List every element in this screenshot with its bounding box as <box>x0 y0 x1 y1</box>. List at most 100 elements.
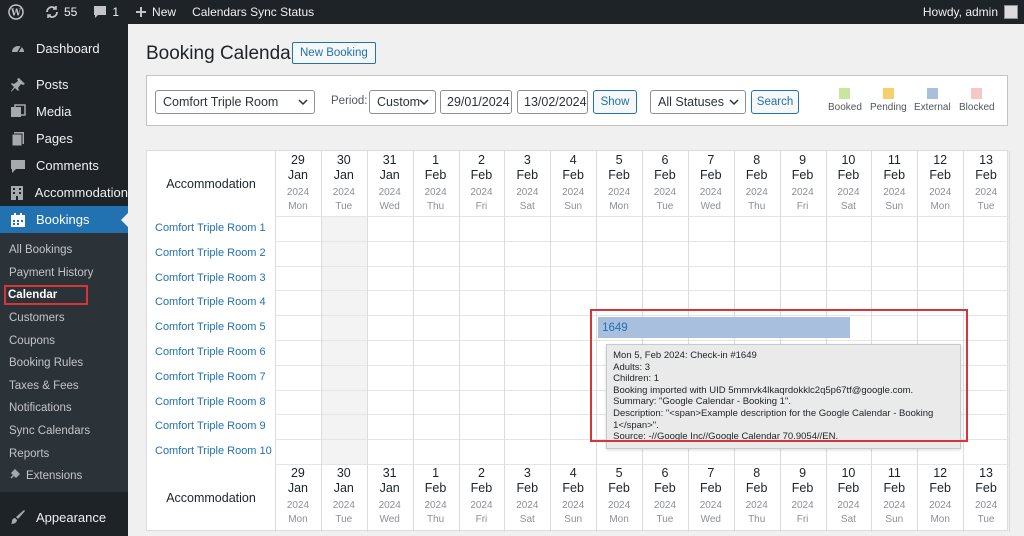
comments-link[interactable]: 1 <box>85 0 127 24</box>
submenu-sync-calendars[interactable]: Sync Calendars <box>0 420 128 443</box>
tooltip-line: Children: 1 <box>613 373 660 385</box>
month-name: Feb <box>470 481 493 495</box>
day-header: 8 Feb 2024 Thu <box>734 151 780 216</box>
day-number: 30 <box>336 466 351 480</box>
date-to-input[interactable]: 13/02/2024 <box>517 90 588 114</box>
year: 2024 <box>745 187 768 198</box>
status-select[interactable]: All Statuses <box>650 90 746 114</box>
weekday: Mon <box>609 514 629 525</box>
day-number: 11 <box>887 153 901 167</box>
weekday: Wed <box>700 201 721 212</box>
year: 2024 <box>424 187 447 198</box>
month-name: Feb <box>608 168 630 182</box>
room-link[interactable]: Comfort Triple Room 2 <box>155 247 266 259</box>
room-link[interactable]: Comfort Triple Room 6 <box>155 346 266 358</box>
year: 2024 <box>332 187 355 198</box>
menu-comments[interactable]: Comments <box>0 152 128 179</box>
room-link[interactable]: Comfort Triple Room 7 <box>155 371 266 383</box>
date-from-input[interactable]: 29/01/2024 <box>440 90 512 114</box>
day-header: 6 Feb 2024 Tue <box>642 151 688 216</box>
svg-text:W: W <box>10 9 22 19</box>
day-footer: 9 Feb 2024 Fri <box>780 464 826 529</box>
day-number: 29 <box>290 466 305 480</box>
refresh-icon <box>46 6 58 18</box>
room-link[interactable]: Comfort Triple Room 4 <box>155 296 266 308</box>
day-footer: 4 Feb 2024 Sun <box>550 464 596 529</box>
media-icon <box>8 102 28 122</box>
submenu-customers[interactable]: Customers <box>0 307 128 330</box>
legend-external: External <box>914 88 951 113</box>
room-link[interactable]: Comfort Triple Room 5 <box>155 321 266 333</box>
day-number: 2 <box>477 153 485 167</box>
room-link[interactable]: Comfort Triple Room 10 <box>155 445 272 457</box>
menu-bookings[interactable]: Bookings <box>0 206 128 233</box>
period-select[interactable]: Custom <box>369 90 436 114</box>
legend-booked: Booked <box>828 88 862 113</box>
day-footer: 5 Feb 2024 Mon <box>596 464 642 529</box>
month-name: Feb <box>929 168 951 182</box>
comment-icon <box>94 6 107 18</box>
submenu-notifications[interactable]: Notifications <box>0 397 128 420</box>
plugin-icon <box>9 469 21 483</box>
submenu-payment-history[interactable]: Payment History <box>0 262 128 285</box>
submenu-extensions[interactable]: Extensions <box>0 465 128 488</box>
menu-accommodation[interactable]: Accommodation <box>0 179 128 206</box>
year: 2024 <box>332 500 355 511</box>
menu-posts[interactable]: Posts <box>0 71 128 98</box>
submenu-all-bookings[interactable]: All Bookings <box>0 239 128 262</box>
menu-media[interactable]: Media <box>0 98 128 125</box>
show-button[interactable]: Show <box>593 90 637 114</box>
new-booking-button[interactable]: New Booking <box>292 42 376 64</box>
submenu-coupons[interactable]: Coupons <box>0 329 128 352</box>
room-link[interactable]: Comfort Triple Room 3 <box>155 272 266 284</box>
month-name: Jan <box>287 168 309 182</box>
wordpress-logo[interactable]: W <box>0 0 37 24</box>
year: 2024 <box>607 187 631 198</box>
tooltip-line: Adults: 3 <box>613 361 651 373</box>
column-divider <box>1009 151 1010 532</box>
year: 2024 <box>470 500 493 511</box>
year: 2024 <box>929 187 952 198</box>
day-footer: 8 Feb 2024 Thu <box>734 464 780 529</box>
menu-pages[interactable]: Pages <box>0 125 128 152</box>
search-button[interactable]: Search <box>751 90 799 114</box>
menu-appearance[interactable]: Appearance <box>0 504 128 531</box>
weekday: Fri <box>475 201 488 212</box>
building-icon <box>8 183 27 203</box>
booking-1649[interactable]: 1649 <box>598 317 851 338</box>
month-name: Feb <box>562 481 584 495</box>
year: 2024 <box>929 500 952 511</box>
legend-pending: Pending <box>870 88 907 113</box>
my-account[interactable]: Howdy, admin <box>923 5 1024 19</box>
day-header: 2 Feb 2024 Fri <box>459 151 505 216</box>
submenu-reports[interactable]: Reports <box>0 442 128 465</box>
updates-link[interactable]: 55 <box>37 0 85 24</box>
weekday: Mon <box>930 514 950 525</box>
paintbrush-icon <box>8 507 28 527</box>
bookings-submenu: All Bookings Payment History Calendar Cu… <box>0 233 128 492</box>
submenu-booking-rules[interactable]: Booking Rules <box>0 352 128 375</box>
legend-swatch <box>971 88 983 99</box>
month-name: Feb <box>654 481 676 495</box>
day-header: 9 Feb 2024 Fri <box>780 151 826 216</box>
room-link[interactable]: Comfort Triple Room 9 <box>155 420 266 432</box>
day-number: 11 <box>887 466 901 480</box>
month-name: Feb <box>516 168 539 182</box>
room-link[interactable]: Comfort Triple Room 1 <box>155 222 266 234</box>
tooltip-line: Booking imported with UID 5mmrvk4lkaqrdo… <box>613 384 914 396</box>
day-header: 4 Feb 2024 Sun <box>550 151 596 216</box>
month-name: Feb <box>837 481 860 495</box>
day-footer: 1 Feb 2024 Thu <box>413 464 459 529</box>
menu-dashboard[interactable]: Dashboard <box>0 34 128 62</box>
room-link[interactable]: Comfort Triple Room 8 <box>155 396 266 408</box>
day-header: 10 Feb 2024 Sat <box>826 151 872 216</box>
month-name: Feb <box>929 481 951 495</box>
month-name: Feb <box>608 481 630 495</box>
submenu-taxes-fees[interactable]: Taxes & Fees <box>0 375 128 398</box>
month-name: Feb <box>562 168 584 182</box>
weekday: Sat <box>840 201 856 212</box>
submenu-calendar[interactable]: Calendar <box>0 284 128 307</box>
new-content-link[interactable]: New <box>127 0 184 24</box>
room-type-select[interactable]: Comfort Triple Room <box>155 90 315 114</box>
calendars-sync-status-link[interactable]: Calendars Sync Status <box>184 0 322 24</box>
